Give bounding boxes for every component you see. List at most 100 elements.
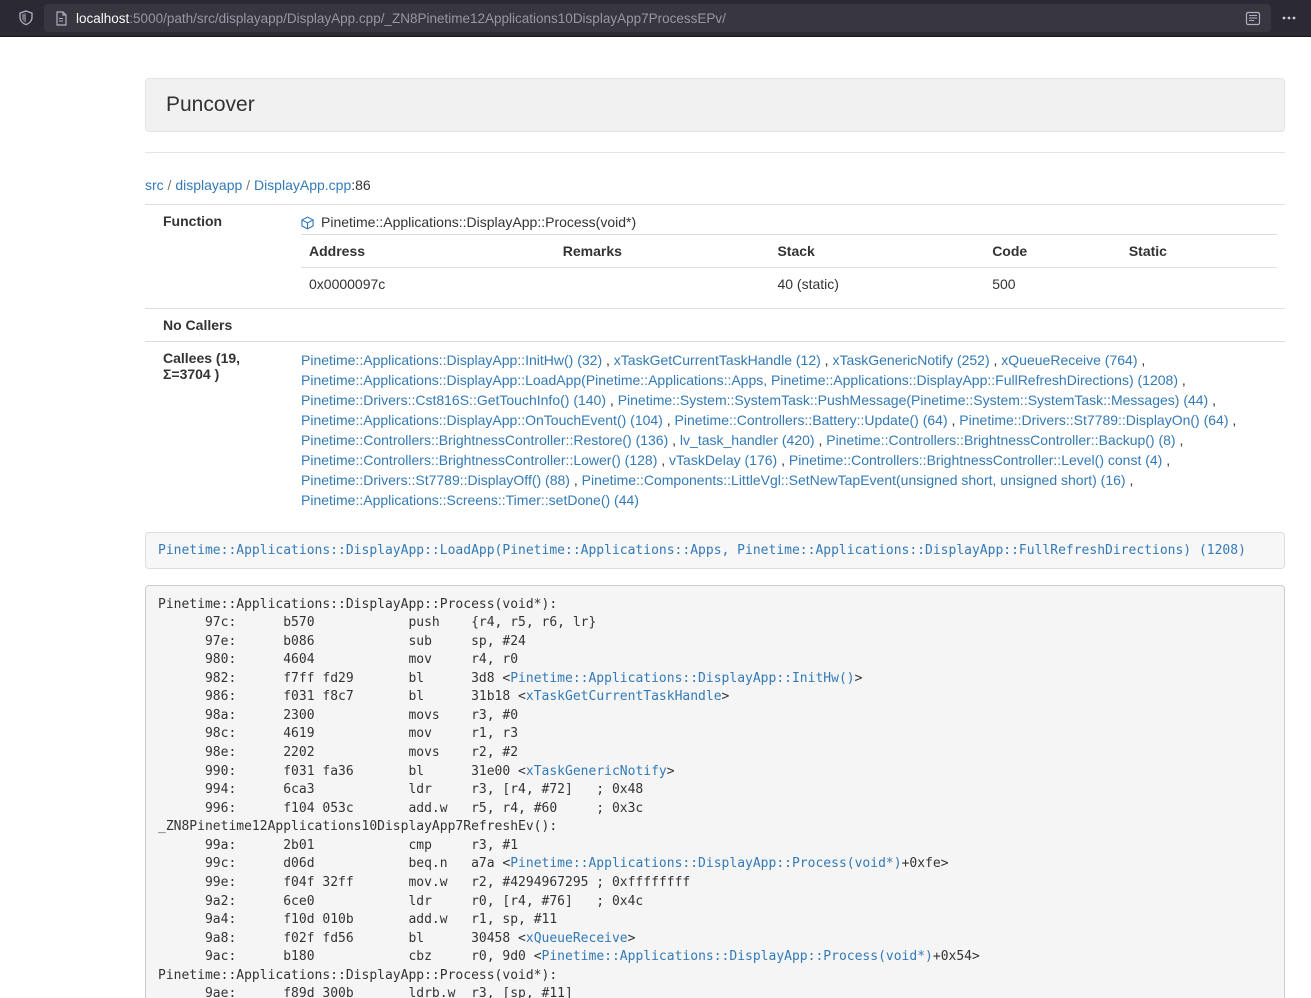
asm-symbol-link[interactable]: xTaskGenericNotify: [526, 764, 667, 779]
asm-text: _ZN8Pinetime12Applications10DisplayApp7R…: [158, 819, 557, 834]
callee-separator: ,: [1178, 372, 1186, 388]
column-header-static: Static: [1121, 235, 1277, 268]
callee-link[interactable]: vTaskDelay (176): [669, 452, 777, 468]
callee-link[interactable]: Pinetime::Applications::DisplayApp::OnTo…: [301, 412, 663, 428]
asm-text: 99a: 2b01 cmp r3, #1: [158, 838, 518, 853]
asm-line: 97e: b086 sub sp, #24: [158, 633, 1272, 652]
callee-link[interactable]: Pinetime::Drivers::St7789::DisplayOff() …: [301, 472, 570, 488]
divider: [145, 152, 1285, 153]
callee-link[interactable]: Pinetime::Components::LittleVgl::SetNewT…: [582, 472, 1126, 488]
callee-link[interactable]: Pinetime::Drivers::Cst816S::GetTouchInfo…: [301, 392, 606, 408]
column-header-stack: Stack: [769, 235, 984, 268]
asm-line: 99e: f04f 32ff mov.w r2, #4294967295 ; 0…: [158, 874, 1272, 893]
callee-separator: ,: [948, 412, 960, 428]
asm-symbol-link[interactable]: xQueueReceive: [526, 931, 628, 946]
asm-line: 98c: 4619 mov r1, r3: [158, 725, 1272, 744]
callee-link[interactable]: xTaskGetCurrentTaskHandle (12): [614, 352, 821, 368]
callee-separator: ,: [777, 452, 789, 468]
code-value: 500: [984, 268, 1121, 301]
asm-line: 996: f104 053c add.w r5, r4, #60 ; 0x3c: [158, 800, 1272, 819]
static-value: [1121, 268, 1277, 301]
callee-separator: ,: [602, 352, 614, 368]
browser-chrome: localhost:5000/path/src/displayapp/Displ…: [0, 0, 1311, 37]
no-callers-row: No Callers: [145, 309, 1285, 342]
callee-separator: ,: [570, 472, 582, 488]
callee-link[interactable]: Pinetime::Controllers::BrightnessControl…: [789, 452, 1162, 468]
asm-line: Pinetime::Applications::DisplayApp::Proc…: [158, 596, 1272, 615]
asm-line: 982: f7ff fd29 bl 3d8 <Pinetime::Applica…: [158, 670, 1272, 689]
breadcrumb-link[interactable]: src: [145, 177, 164, 193]
callee-link[interactable]: Pinetime::Controllers::Battery::Update()…: [675, 412, 948, 428]
asm-line: 99a: 2b01 cmp r3, #1: [158, 837, 1272, 856]
asm-line: 97c: b570 push {r4, r5, r6, lr}: [158, 614, 1272, 633]
callee-separator: ,: [663, 412, 675, 428]
callee-link[interactable]: Pinetime::Applications::DisplayApp::Init…: [301, 352, 602, 368]
stats-row: 0x0000097c 40 (static) 500: [301, 268, 1277, 301]
asm-text: 9a2: 6ce0 ldr r0, [r4, #76] ; 0x4c: [158, 894, 643, 909]
asm-line: 9a8: f02f fd56 bl 30458 <xQueueReceive>: [158, 930, 1272, 949]
asm-text: 99e: f04f 32ff mov.w r2, #4294967295 ; 0…: [158, 875, 690, 890]
callee-link[interactable]: xQueueReceive (764): [1001, 352, 1137, 368]
asm-line: 9ae: f89d 300b ldrb.w r3, [sp, #11]: [158, 985, 1272, 998]
callee-link[interactable]: xTaskGenericNotify (252): [832, 352, 989, 368]
no-callers-label: No Callers: [145, 309, 293, 342]
page-title[interactable]: Puncover: [166, 93, 255, 116]
asm-text: 98e: 2202 movs r2, #2: [158, 745, 518, 760]
asm-text: 996: f104 053c add.w r5, r4, #60 ; 0x3c: [158, 801, 643, 816]
column-header-address: Address: [301, 235, 555, 268]
asm-text: 986: f031 f8c7 bl 31b18 <: [158, 689, 526, 704]
callee-link[interactable]: Pinetime::Applications::Screens::Timer::…: [301, 492, 639, 508]
browser-menu-icon[interactable]: [1281, 11, 1297, 25]
asm-line: 990: f031 fa36 bl 31e00 <xTaskGenericNot…: [158, 763, 1272, 782]
function-row-label: Function: [145, 205, 293, 309]
url-path: :5000/path/src/displayapp/DisplayApp.cpp…: [129, 11, 726, 26]
page-info-icon[interactable]: [54, 11, 68, 26]
asm-line: _ZN8Pinetime12Applications10DisplayApp7R…: [158, 818, 1272, 837]
column-header-remarks: Remarks: [555, 235, 770, 268]
callee-separator: ,: [1208, 392, 1216, 408]
callee-separator: ,: [606, 392, 618, 408]
function-row: Function Pinetime::Applications::Display…: [145, 205, 1285, 309]
asm-text: Pinetime::Applications::DisplayApp::Proc…: [158, 968, 557, 983]
callee-separator: ,: [657, 452, 669, 468]
callee-link[interactable]: Pinetime::Drivers::St7789::DisplayOn() (…: [959, 412, 1228, 428]
callees-row: Callees (19, Σ=3704 ) Pinetime::Applicat…: [145, 342, 1285, 519]
asm-line: 980: 4604 mov r4, r0: [158, 651, 1272, 670]
breadcrumb-line-number: :86: [351, 177, 370, 193]
breadcrumb-link[interactable]: displayapp: [175, 177, 242, 193]
asm-line: 98e: 2202 movs r2, #2: [158, 744, 1272, 763]
snippet-heading-link[interactable]: Pinetime::Applications::DisplayApp::Load…: [158, 543, 1272, 558]
asm-text: 9a8: f02f fd56 bl 30458 <: [158, 931, 526, 946]
column-header-code: Code: [984, 235, 1121, 268]
asm-symbol-link[interactable]: Pinetime::Applications::DisplayApp::Init…: [510, 671, 854, 686]
asm-text: Pinetime::Applications::DisplayApp::Proc…: [158, 597, 557, 612]
asm-text: 99c: d06d beq.n a7a <: [158, 856, 510, 871]
url-bar[interactable]: localhost:5000/path/src/displayapp/Displ…: [44, 4, 1271, 32]
asm-text: +0xfe>: [902, 856, 949, 871]
asm-symbol-link[interactable]: xTaskGetCurrentTaskHandle: [526, 689, 722, 704]
callee-separator: ,: [668, 432, 680, 448]
breadcrumb-link[interactable]: DisplayApp.cpp: [254, 177, 351, 193]
no-callers-value: [293, 309, 1285, 342]
asm-text: 9a4: f10d 010b add.w r1, sp, #11: [158, 912, 557, 927]
asm-symbol-link[interactable]: Pinetime::Applications::DisplayApp::Proc…: [542, 949, 933, 964]
tracking-protection-shield-icon[interactable]: [18, 10, 34, 26]
callee-link[interactable]: lv_task_handler (420): [680, 432, 815, 448]
callee-link[interactable]: Pinetime::Applications::DisplayApp::Load…: [301, 372, 1178, 388]
asm-symbol-link[interactable]: Pinetime::Applications::DisplayApp::Proc…: [510, 856, 901, 871]
asm-text: 982: f7ff fd29 bl 3d8 <: [158, 671, 510, 686]
stack-value: 40 (static): [769, 268, 984, 301]
callee-link[interactable]: Pinetime::Controllers::BrightnessControl…: [301, 452, 657, 468]
asm-text: >: [628, 931, 636, 946]
url-host: localhost: [76, 11, 129, 26]
function-table: Function Pinetime::Applications::Display…: [145, 204, 1285, 518]
asm-text: 97e: b086 sub sp, #24: [158, 634, 526, 649]
disassembly: Pinetime::Applications::DisplayApp::Proc…: [145, 585, 1285, 998]
reader-mode-icon[interactable]: [1245, 11, 1261, 26]
callee-link[interactable]: Pinetime::Controllers::BrightnessControl…: [826, 432, 1175, 448]
asm-line: 99c: d06d beq.n a7a <Pinetime::Applicati…: [158, 855, 1272, 874]
callee-link[interactable]: Pinetime::Controllers::BrightnessControl…: [301, 432, 668, 448]
breadcrumb-separator: /: [164, 177, 176, 193]
callee-link[interactable]: Pinetime::System::SystemTask::PushMessag…: [618, 392, 1209, 408]
asm-line: 994: 6ca3 ldr r3, [r4, #72] ; 0x48: [158, 781, 1272, 800]
